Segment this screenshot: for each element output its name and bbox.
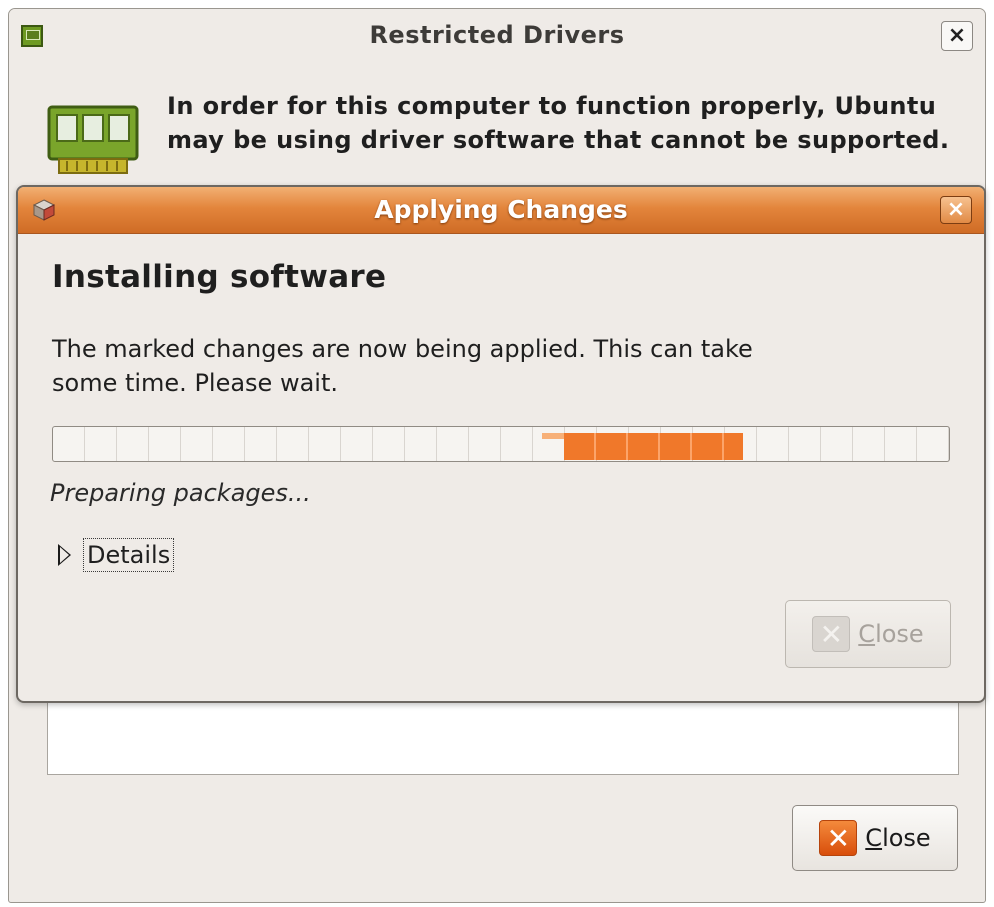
dialog-close-button-label: Close	[858, 620, 924, 648]
progress-pulse	[542, 433, 743, 460]
restricted-drivers-titlebar[interactable]: Restricted Drivers ×	[9, 9, 985, 61]
details-expander[interactable]: Details	[58, 536, 175, 574]
dialog-close-button[interactable]: ×	[940, 196, 972, 224]
dialog-title: Applying Changes	[374, 195, 628, 224]
details-label: Details	[83, 538, 175, 572]
dialog-heading: Installing software	[52, 259, 387, 295]
close-button-label: Close	[865, 824, 931, 852]
driver-list[interactable]	[47, 699, 959, 775]
progress-status-text: Preparing packages...	[50, 479, 311, 507]
progress-bar	[52, 426, 950, 462]
close-icon: ✕	[812, 616, 851, 652]
dialog-description: The marked changes are now being applied…	[52, 335, 753, 397]
hardware-card-icon	[47, 105, 139, 174]
close-button[interactable]: ✕ Close	[792, 805, 958, 871]
window-title: Restricted Drivers	[369, 21, 625, 49]
window-close-button[interactable]: ×	[941, 21, 973, 51]
dialog-close-action-button[interactable]: ✕ Close	[785, 600, 951, 668]
applying-changes-dialog: Applying Changes × Installing software T…	[16, 185, 986, 703]
expander-arrow-icon	[58, 544, 71, 566]
close-icon: ✕	[819, 820, 858, 856]
driver-warning-message: In order for this computer to function p…	[167, 92, 950, 154]
applying-changes-titlebar[interactable]: Applying Changes ×	[18, 187, 984, 234]
